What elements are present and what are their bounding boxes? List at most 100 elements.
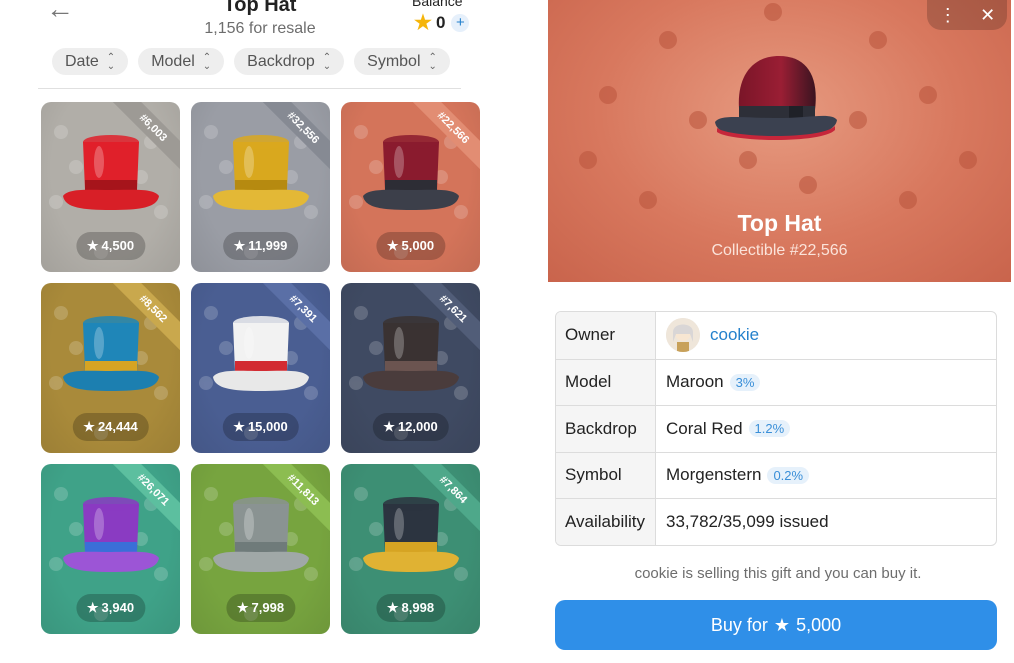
gift-card[interactable]: #7,391 ★ 15,000 bbox=[191, 283, 330, 453]
chevron-up-down-icon: ⌃ ⌄ bbox=[202, 51, 212, 72]
close-icon[interactable]: ✕ bbox=[980, 5, 995, 26]
top-hat-icon bbox=[63, 316, 159, 391]
top-hat-icon bbox=[213, 316, 309, 391]
filter-backdrop[interactable]: Backdrop ⌃ ⌄ bbox=[234, 48, 345, 75]
model-label: Model bbox=[556, 359, 656, 405]
rarity-badge: 0.2% bbox=[767, 466, 810, 484]
add-balance-button[interactable]: + bbox=[451, 13, 470, 32]
star-icon: ★ bbox=[233, 419, 245, 434]
gift-card[interactable]: #7,864 ★ 8,998 bbox=[341, 464, 480, 634]
top-hat-icon bbox=[363, 135, 459, 210]
star-icon: ★ bbox=[86, 600, 99, 615]
star-icon: ★ bbox=[236, 600, 249, 615]
top-hat-icon bbox=[63, 135, 159, 210]
symbol-label: Symbol bbox=[556, 452, 656, 498]
top-hat-icon bbox=[363, 497, 459, 572]
price-badge: ★ 4,500 bbox=[75, 232, 146, 260]
divider bbox=[38, 88, 461, 89]
price-badge: ★ 5,000 bbox=[375, 232, 446, 260]
price-value: 8,998 bbox=[401, 600, 435, 615]
top-hat-icon bbox=[715, 56, 837, 140]
price-badge: ★ 15,000 bbox=[222, 413, 299, 441]
symbol-row: Symbol Morgenstern 0.2% bbox=[556, 451, 996, 498]
filter-model[interactable]: Model ⌃ ⌄ bbox=[138, 48, 225, 75]
availability-row: Availability 33,782/35,099 issued bbox=[556, 498, 996, 545]
star-icon: ★ bbox=[83, 419, 95, 434]
filter-date[interactable]: Date ⌃ ⌄ bbox=[52, 48, 129, 75]
top-hat-icon bbox=[213, 497, 309, 572]
backdrop-value: Coral Red bbox=[666, 418, 743, 438]
collectible-number: Collectible #22,566 bbox=[711, 242, 848, 259]
gift-card[interactable]: #11,813 ★ 7,998 bbox=[191, 464, 330, 634]
star-icon: ★ bbox=[386, 600, 399, 615]
gift-attributes-table: Owner cookie Model Maroon 3% Backdrop Co… bbox=[555, 311, 997, 546]
more-vertical-icon[interactable]: ⋮ bbox=[939, 5, 957, 26]
filter-label: Symbol bbox=[367, 53, 421, 70]
availability-value: 33,782/35,099 issued bbox=[666, 511, 829, 531]
star-icon: ★ bbox=[383, 419, 395, 434]
filter-label: Date bbox=[65, 53, 99, 70]
price-value: 4,500 bbox=[101, 238, 135, 253]
buy-price: 5,000 bbox=[796, 614, 842, 635]
star-icon: ★ bbox=[386, 238, 399, 253]
gift-name: Top Hat bbox=[737, 210, 822, 236]
gift-card[interactable]: #6,003 ★ 4,500 bbox=[41, 102, 180, 272]
backdrop-label: Backdrop bbox=[556, 406, 656, 452]
rarity-badge: 3% bbox=[729, 373, 761, 391]
rarity-badge: 1.2% bbox=[748, 420, 791, 438]
top-hat-icon bbox=[363, 316, 459, 391]
avatar[interactable] bbox=[666, 318, 700, 353]
price-value: 24,444 bbox=[97, 419, 138, 434]
buy-button[interactable]: Buy for ★ 5,000 bbox=[555, 600, 997, 650]
price-value: 12,000 bbox=[397, 419, 438, 434]
back-arrow-icon[interactable]: ← bbox=[46, 0, 76, 26]
sale-note: cookie is selling this gift and you can … bbox=[634, 565, 922, 582]
price-badge: ★ 7,998 bbox=[225, 594, 296, 622]
price-value: 15,000 bbox=[247, 419, 288, 434]
price-value: 11,999 bbox=[248, 238, 288, 253]
owner-row: Owner cookie bbox=[556, 312, 996, 359]
filter-symbol[interactable]: Symbol ⌃ ⌄ bbox=[354, 48, 450, 75]
chevron-up-down-icon: ⌃ ⌄ bbox=[428, 51, 437, 72]
availability-label: Availability bbox=[556, 499, 656, 545]
top-hat-icon bbox=[213, 135, 309, 210]
gift-grid: #6,003 ★ 4,500 #32,556 ★ 11,999 #22,566 ★ 5,000 #… bbox=[41, 102, 480, 634]
model-row: Model Maroon 3% bbox=[556, 358, 996, 405]
filter-bar: Date ⌃ ⌄ Model ⌃ ⌄ Backdrop ⌃ ⌄ Symbol ⌃ ⌄ bbox=[52, 48, 450, 75]
backdrop-row: Backdrop Coral Red 1.2% bbox=[556, 405, 996, 452]
balance: ★ 0 + bbox=[414, 10, 470, 35]
gift-preview: ⋮ ✕ Top Hat Collectible #22,566 bbox=[548, 0, 1011, 282]
gift-card[interactable]: #32,556 ★ 11,999 bbox=[191, 102, 330, 272]
gift-detail-panel: ⋮ ✕ Top Hat Collectible #22,566 Owner co… bbox=[548, 0, 1014, 663]
owner-link[interactable]: cookie bbox=[710, 325, 759, 345]
gift-card[interactable]: #8,562 ★ 24,444 bbox=[41, 283, 180, 453]
star-icon: ★ bbox=[233, 238, 246, 253]
filter-label: Backdrop bbox=[247, 53, 315, 70]
resale-count: 1,156 for resale bbox=[204, 20, 316, 37]
top-hat-icon bbox=[63, 497, 159, 572]
resale-list-panel: ← Top Hat 1,156 for resale Balance ★ 0 +… bbox=[0, 0, 548, 663]
star-icon: ★ bbox=[86, 238, 99, 253]
price-badge: ★ 11,999 bbox=[222, 232, 299, 260]
page-title: Top Hat bbox=[223, 0, 297, 16]
star-icon: ★ bbox=[414, 12, 432, 34]
price-badge: ★ 24,444 bbox=[72, 413, 149, 441]
balance-label: Balance bbox=[412, 0, 463, 9]
filter-label: Model bbox=[151, 53, 195, 70]
gift-card[interactable]: #7,621 ★ 12,000 bbox=[341, 283, 480, 453]
price-value: 3,940 bbox=[101, 600, 135, 615]
preview-controls: ⋮ ✕ bbox=[927, 0, 1007, 30]
price-badge: ★ 8,998 bbox=[375, 594, 446, 622]
gift-card[interactable]: #22,566 ★ 5,000 bbox=[341, 102, 480, 272]
buy-label: Buy for bbox=[710, 614, 768, 635]
chevron-up-down-icon: ⌃ ⌄ bbox=[322, 51, 332, 72]
price-value: 7,998 bbox=[251, 600, 285, 615]
balance-value: 0 bbox=[435, 12, 446, 32]
price-badge: ★ 3,940 bbox=[75, 594, 146, 622]
model-value: Maroon bbox=[666, 372, 724, 392]
star-icon: ★ bbox=[773, 614, 791, 635]
gift-card[interactable]: #26,071 ★ 3,940 bbox=[41, 464, 180, 634]
symbol-value: Morgenstern bbox=[666, 465, 762, 485]
avatar-image bbox=[666, 318, 700, 353]
price-value: 5,000 bbox=[401, 238, 435, 253]
